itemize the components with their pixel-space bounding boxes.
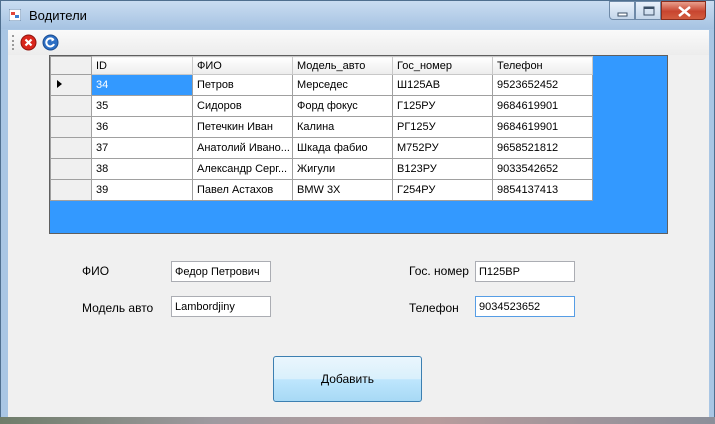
- window-title: Водители: [29, 8, 87, 23]
- toolbar: [8, 30, 709, 55]
- cell-phone[interactable]: 9854137413: [492, 179, 593, 201]
- title-bar[interactable]: Водители: [1, 1, 714, 29]
- fio-label: ФИО: [82, 264, 110, 278]
- table-row[interactable]: 38 Александр Серг... Жигули В123РУ 90335…: [50, 158, 593, 180]
- cell-model[interactable]: Мерседес: [292, 74, 393, 96]
- plate-label: Гос. номер: [409, 264, 469, 278]
- cell-plate[interactable]: В123РУ: [392, 158, 493, 180]
- cell-phone[interactable]: 9033542652: [492, 158, 593, 180]
- fio-field[interactable]: [171, 261, 271, 282]
- column-header-id[interactable]: ID: [91, 56, 193, 75]
- cell-phone[interactable]: 9658521812: [492, 137, 593, 159]
- cell-fio[interactable]: Петров: [192, 74, 293, 96]
- cell-phone[interactable]: 9684619901: [492, 116, 593, 138]
- main-window: Водители ID ФИО Модель_авто Гос_номер Те…: [0, 0, 715, 424]
- cell-phone[interactable]: 9523652452: [492, 74, 593, 96]
- client-area: ID ФИО Модель_авто Гос_номер Телефон 34 …: [8, 30, 709, 418]
- cell-fio[interactable]: Сидоров: [192, 95, 293, 117]
- column-header-phone[interactable]: Телефон: [492, 56, 593, 75]
- phone-label: Телефон: [409, 301, 459, 315]
- cell-fio[interactable]: Анатолий Ивано...: [192, 137, 293, 159]
- cell-model[interactable]: BMW 3X: [292, 179, 393, 201]
- column-header-plate[interactable]: Гос_номер: [392, 56, 493, 75]
- cell-fio[interactable]: Петечкин Иван: [192, 116, 293, 138]
- table-row[interactable]: 34 Петров Мерседес Ш125АВ 9523652452: [50, 74, 593, 96]
- desktop-taskbar-edge: [0, 417, 715, 424]
- cell-plate[interactable]: Г125РУ: [392, 95, 493, 117]
- table-row[interactable]: 36 Петечкин Иван Калина РГ125У 968461990…: [50, 116, 593, 138]
- cell-id[interactable]: 36: [91, 116, 193, 138]
- phone-field[interactable]: [475, 296, 575, 317]
- drivers-table: ID ФИО Модель_авто Гос_номер Телефон 34 …: [50, 56, 593, 201]
- model-field[interactable]: [171, 296, 271, 317]
- cell-plate[interactable]: Ш125АВ: [392, 74, 493, 96]
- table-row[interactable]: 39 Павел Астахов BMW 3X Г254РУ 985413741…: [50, 179, 593, 201]
- row-header[interactable]: [50, 74, 92, 96]
- row-header[interactable]: [50, 158, 92, 180]
- cell-fio[interactable]: Александр Серг...: [192, 158, 293, 180]
- row-header[interactable]: [50, 116, 92, 138]
- cell-id[interactable]: 38: [91, 158, 193, 180]
- maximize-icon: [643, 6, 655, 16]
- table-row[interactable]: 35 Сидоров Форд фокус Г125РУ 9684619901: [50, 95, 593, 117]
- maximize-button[interactable]: [635, 1, 661, 20]
- delete-icon[interactable]: [20, 34, 37, 51]
- app-icon: [9, 9, 21, 21]
- plate-field[interactable]: [475, 261, 575, 282]
- close-icon: [678, 6, 691, 17]
- minimize-button[interactable]: [609, 1, 635, 20]
- cell-fio[interactable]: Павел Астахов: [192, 179, 293, 201]
- row-header[interactable]: [50, 95, 92, 117]
- column-header-fio[interactable]: ФИО: [192, 56, 293, 75]
- drivers-grid[interactable]: ID ФИО Модель_авто Гос_номер Телефон 34 …: [49, 55, 668, 234]
- cell-plate[interactable]: РГ125У: [392, 116, 493, 138]
- cell-plate[interactable]: М752РУ: [392, 137, 493, 159]
- minimize-icon: [617, 12, 628, 17]
- current-row-arrow-icon: [57, 80, 62, 88]
- row-header-corner[interactable]: [50, 56, 92, 75]
- refresh-icon[interactable]: [42, 34, 59, 51]
- column-header-model[interactable]: Модель_авто: [292, 56, 393, 75]
- toolbar-grip[interactable]: [12, 35, 16, 50]
- cell-model[interactable]: Шкада фабио: [292, 137, 393, 159]
- model-label: Модель авто: [82, 301, 154, 315]
- cell-id[interactable]: 35: [91, 95, 193, 117]
- row-header[interactable]: [50, 179, 92, 201]
- cell-model[interactable]: Жигули: [292, 158, 393, 180]
- row-header[interactable]: [50, 137, 92, 159]
- cell-phone[interactable]: 9684619901: [492, 95, 593, 117]
- cell-id[interactable]: 37: [91, 137, 193, 159]
- cell-model[interactable]: Форд фокус: [292, 95, 393, 117]
- close-button[interactable]: [661, 1, 706, 20]
- cell-plate[interactable]: Г254РУ: [392, 179, 493, 201]
- cell-id[interactable]: 39: [91, 179, 193, 201]
- cell-id[interactable]: 34: [91, 74, 193, 96]
- table-row[interactable]: 37 Анатолий Ивано... Шкада фабио М752РУ …: [50, 137, 593, 159]
- cell-model[interactable]: Калина: [292, 116, 393, 138]
- add-button[interactable]: Добавить: [273, 356, 422, 402]
- grid-header-row: ID ФИО Модель_авто Гос_номер Телефон: [50, 56, 593, 75]
